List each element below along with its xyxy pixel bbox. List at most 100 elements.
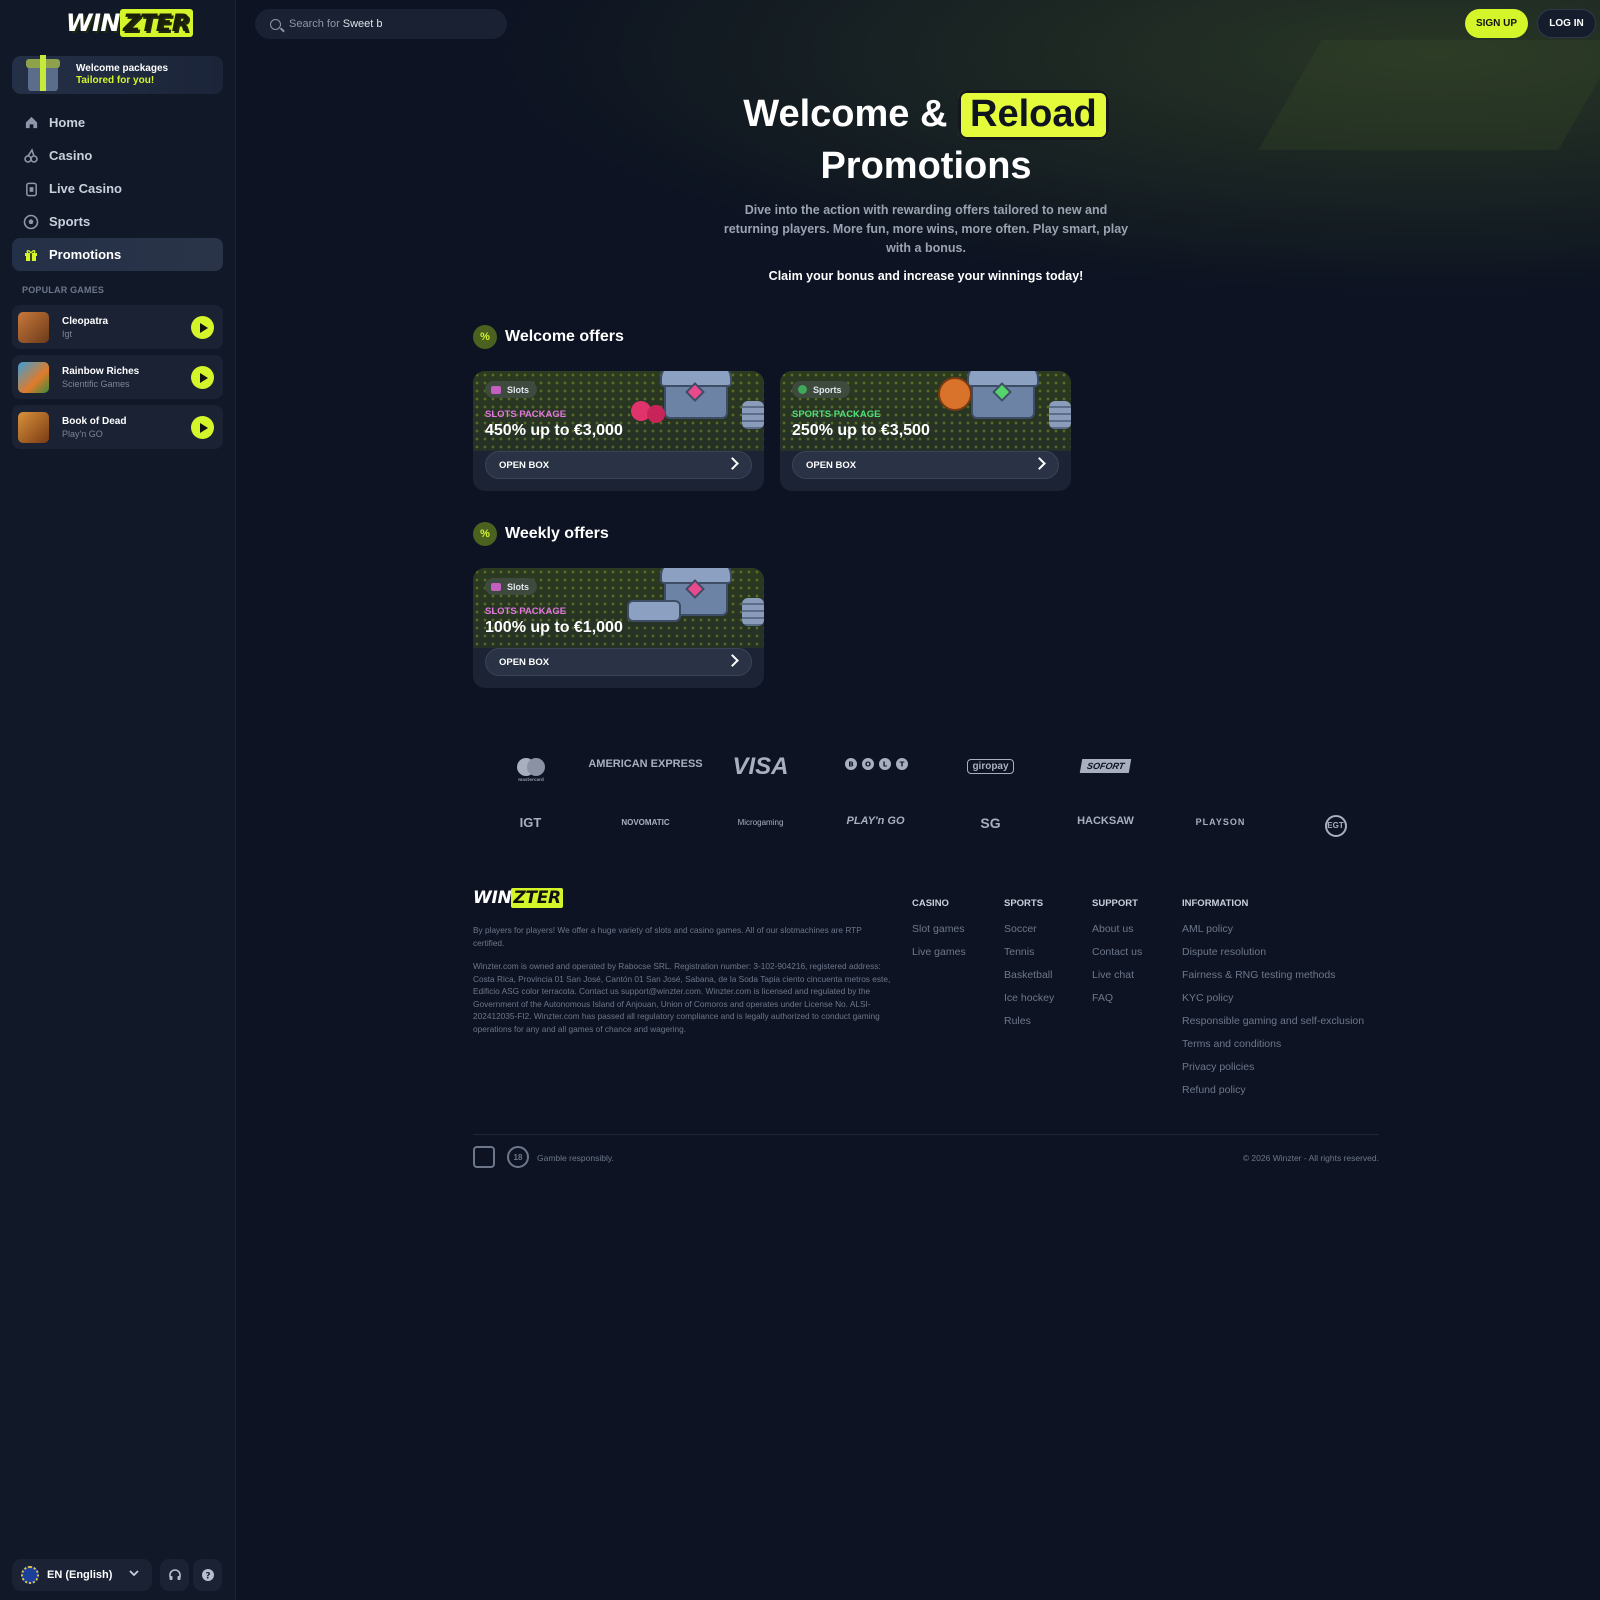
playngo-logo: PLAY'n GO [846, 815, 905, 827]
american-express-logo: AMERICAN EXPRESS [588, 758, 703, 770]
footer-link[interactable]: Live chat [1092, 969, 1142, 981]
footer-column-sports: SPORTS Soccer Tennis Basketball Ice hock… [1004, 898, 1054, 1038]
sidebar-item-casino[interactable]: Casino [12, 139, 223, 172]
hacksaw-logo: HACKSAW [1077, 815, 1134, 827]
category-tag: Slots [485, 381, 538, 398]
footer-link[interactable]: Fairness & RNG testing methods [1182, 969, 1364, 981]
footer-link[interactable]: Privacy policies [1182, 1061, 1364, 1073]
footer-link[interactable]: Live games [912, 946, 966, 958]
open-box-label: OPEN BOX [499, 459, 550, 471]
footer-link[interactable]: Soccer [1004, 923, 1054, 935]
sidebar-item-label: Home [49, 115, 86, 130]
game-name: Cleopatra [62, 315, 109, 327]
game-item-book-of-dead[interactable]: Book of Dead Play'n GO [12, 405, 223, 449]
play-icon[interactable] [191, 416, 214, 439]
search-placeholder: Search for [289, 18, 340, 30]
game-provider: Play'n GO [62, 428, 103, 439]
open-box-label: OPEN BOX [499, 656, 550, 668]
footer-link[interactable]: Ice hockey [1004, 992, 1054, 1004]
game-thumbnail [18, 311, 49, 343]
home-icon [22, 114, 40, 132]
footer-logo[interactable]: WIN ZTER [473, 888, 563, 908]
coins-icon [742, 598, 764, 626]
game-thumbnail [18, 361, 49, 393]
offer-amount: 100% up to €1,000 [485, 619, 623, 636]
title-highlight: Reload [958, 90, 1109, 140]
sign-up-button[interactable]: SIGN UP [1465, 9, 1528, 38]
play-icon[interactable] [191, 366, 214, 389]
page-title: Welcome & Reload Promotions [236, 88, 1600, 192]
game-item-cleopatra[interactable]: Cleopatra Igt [12, 305, 223, 349]
welcome-banner-line2: Tailored for you! [76, 75, 155, 86]
slot-machine-icon [491, 385, 501, 394]
percent-badge-icon: % [473, 522, 497, 546]
offer-card-slots-weekly[interactable]: Slots SLOTS PACKAGE 100% up to €1,000 OP… [473, 568, 764, 688]
offer-card-sports-welcome[interactable]: Sports SPORTS PACKAGE 250% up to €3,500 … [780, 371, 1071, 491]
search-typed-text: Sweet b [342, 18, 383, 30]
svg-text:B: B [848, 761, 853, 769]
footer-link[interactable]: Tennis [1004, 946, 1054, 958]
tag-label: Sports [813, 384, 842, 395]
headset-icon[interactable] [160, 1559, 189, 1591]
slot-machine-icon [491, 582, 501, 591]
tag-label: Slots [507, 384, 530, 395]
sidebar-item-home[interactable]: Home [12, 106, 223, 139]
footer-column-title: SUPPORT [1092, 898, 1138, 909]
igt-logo: IGT [519, 815, 542, 830]
footer-link[interactable]: Contact us [1092, 946, 1142, 958]
footer-column-casino: CASINO Slot games Live games [912, 898, 966, 969]
winzter-logo[interactable]: WIN ZTER [66, 9, 193, 41]
open-box-button[interactable]: OPEN BOX [485, 451, 752, 479]
package-label: SPORTS PACKAGE [792, 409, 881, 420]
egt-logo: EGT [1278, 815, 1393, 837]
footer-column-information: INFORMATION AML policy Dispute resolutio… [1182, 898, 1364, 1107]
chevron-down-icon [128, 1567, 140, 1582]
footer-link[interactable]: Basketball [1004, 969, 1054, 981]
language-selector[interactable]: EN (English) [12, 1559, 152, 1591]
svg-text:O: O [865, 761, 871, 769]
chevron-right-icon [726, 654, 739, 667]
footer-link[interactable]: Terms and conditions [1182, 1038, 1364, 1050]
footer-link[interactable]: Refund policy [1182, 1084, 1364, 1096]
sidebar-item-live-casino[interactable]: Live Casino [12, 172, 223, 205]
sidebar-item-promotions[interactable]: Promotions [12, 238, 223, 271]
footer-link[interactable]: Responsible gaming and self-exclusion [1182, 1015, 1364, 1027]
game-providers: IGT NOVOMATIC Microgaming PLAY'n GO SG H… [473, 815, 1393, 837]
footer-link[interactable]: KYC policy [1182, 992, 1364, 1004]
footer-column-title: SPORTS [1004, 898, 1044, 909]
help-icon[interactable]: ? [193, 1559, 222, 1591]
footer-link[interactable]: Dispute resolution [1182, 946, 1364, 958]
package-label: SLOTS PACKAGE [485, 409, 567, 420]
game-item-rainbow-riches[interactable]: Rainbow Riches Scientific Games [12, 355, 223, 399]
sidebar-nav: Home Casino Live Casino Sports Promotion… [12, 106, 223, 271]
game-thumbnail [18, 411, 49, 443]
log-in-button[interactable]: LOG IN [1537, 9, 1596, 38]
footer-link[interactable]: About us [1092, 923, 1142, 935]
open-box-button[interactable]: OPEN BOX [792, 451, 1059, 479]
svg-text:L: L [882, 761, 887, 769]
footer-column-title: CASINO [912, 898, 949, 909]
license-seal-icon[interactable] [473, 1146, 495, 1168]
playson-logo: PLAYSON [1195, 817, 1246, 827]
microgaming-logo: Microgaming [737, 818, 784, 827]
sidebar-item-sports[interactable]: Sports [12, 205, 223, 238]
weekly-offers-heading: % Weekly offers [473, 522, 609, 546]
play-icon[interactable] [191, 316, 214, 339]
footer-link[interactable]: Slot games [912, 923, 966, 935]
footer-link[interactable]: FAQ [1092, 992, 1142, 1004]
footer-column-title: INFORMATION [1182, 898, 1249, 909]
sofort-logo: SOFORT [1048, 756, 1163, 787]
svg-text:?: ? [205, 1572, 210, 1582]
offer-card-slots-welcome[interactable]: Slots SLOTS PACKAGE 450% up to €3,000 OP… [473, 371, 764, 491]
welcome-packages-banner[interactable]: Welcome packages Tailored for you! [12, 55, 223, 94]
footer-link[interactable]: Rules [1004, 1015, 1054, 1027]
slot-reels-icon [627, 600, 681, 622]
visa-logo: VISA [732, 753, 789, 780]
sidebar-item-label: Casino [49, 148, 93, 163]
title-prefix: Welcome & [743, 93, 948, 135]
section-title: Weekly offers [505, 525, 609, 542]
footer-link[interactable]: AML policy [1182, 923, 1364, 935]
coins-icon [1049, 401, 1071, 429]
search-input[interactable]: Search for Sweet b [255, 9, 507, 39]
open-box-button[interactable]: OPEN BOX [485, 648, 752, 676]
